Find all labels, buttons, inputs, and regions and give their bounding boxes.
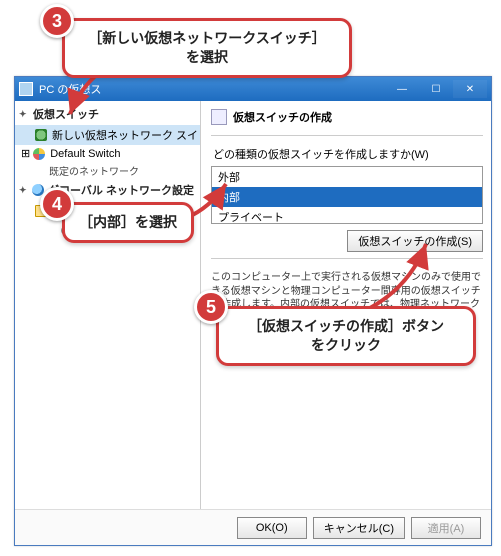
apply-button[interactable]: 適用(A) [411,517,481,539]
tree-subitem-default-network[interactable]: 既定のネットワーク [15,162,200,179]
right-pane-header: 仮想スイッチの作成 [211,107,483,129]
callout-step-3: ［新しい仮想ネットワークスイッチ］を選択 [62,18,352,78]
switch-type-question: どの種類の仮想スイッチを作成しますか(W) [213,146,483,162]
expander-icon[interactable]: ⊞ [21,147,30,160]
divider [211,258,483,259]
default-switch-icon [33,148,45,160]
tree-item-label: Default Switch [50,148,120,160]
tree-item-default-switch[interactable]: ⊞ Default Switch [15,145,200,162]
cancel-button[interactable]: キャンセル(C) [313,517,405,539]
app-icon [19,82,33,96]
divider [211,135,483,136]
step-badge-3: 3 [40,4,74,38]
tree-subitem-label: 既定のネットワーク [49,167,139,178]
switch-type-private[interactable]: プライベート [212,207,482,224]
right-pane: 仮想スイッチの作成 どの種類の仮想スイッチを作成しますか(W) 外部 内部 プラ… [201,101,491,509]
callout-step-4: ［内部］を選択 [62,202,194,243]
dialog-footer: OK(O) キャンセル(C) 適用(A) [15,509,491,545]
pane-header-text: 仮想スイッチの作成 [233,109,332,125]
create-switch-row: 仮想スイッチの作成(S) [211,230,483,252]
minimize-button[interactable]: — [385,80,419,98]
ok-button[interactable]: OK(O) [237,517,307,539]
step-badge-5: 5 [194,290,228,324]
tree-item-new-switch[interactable]: 新しい仮想ネットワーク スイッチ [15,125,200,145]
pane-header-icon [211,109,227,125]
step-badge-4: 4 [40,187,74,221]
arrow-step-5 [360,236,440,316]
close-button[interactable]: ✕ [453,80,487,98]
tree-item-label: 新しい仮想ネットワーク スイッチ [52,127,201,143]
switch-type-internal[interactable]: 内部 [212,187,482,207]
switch-type-list[interactable]: 外部 内部 プライベート [211,166,483,224]
left-tree: ✦ 仮想スイッチ 新しい仮想ネットワーク スイッチ ⊞ Default Swit… [15,101,201,509]
switch-type-external[interactable]: 外部 [212,167,482,187]
maximize-button[interactable]: ☐ [419,80,453,98]
switch-icon [35,129,47,141]
callout-step-5: ［仮想スイッチの作成］ボタンをクリック [216,306,476,366]
expander-icon[interactable]: ✦ [19,109,29,120]
expander-icon[interactable]: ✦ [19,185,28,196]
